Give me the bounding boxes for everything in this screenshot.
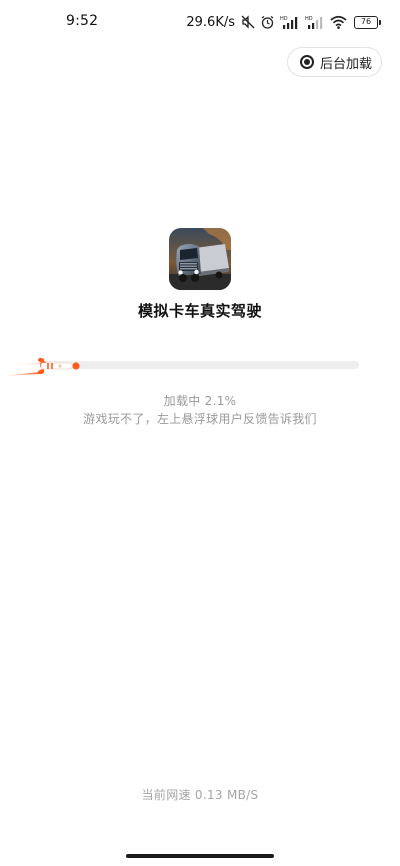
feedback-tip: 游戏玩不了，左上悬浮球用户反馈告诉我们 (83, 412, 317, 426)
hd-signal-icon: HD (280, 16, 298, 29)
loading-percent: 2.1% (204, 394, 237, 408)
speed-label: 当前网速 (141, 788, 191, 802)
svg-text:HD: HD (305, 16, 313, 22)
battery-level: 76 (360, 17, 372, 26)
network-speed: 29.6K/s (186, 14, 235, 30)
current-network-speed: 当前网速 0.13 MB/S (0, 786, 400, 803)
loading-prefix: 加载中 (163, 394, 201, 408)
background-load-label: 后台加载 (320, 56, 373, 72)
wifi-icon (330, 15, 347, 29)
game-title: 模拟卡车真实驾驶 (137, 302, 262, 320)
target-icon (300, 55, 314, 69)
progress-track (40, 361, 359, 369)
status-icons: 29.6K/s HD HD 76 (186, 12, 381, 32)
status-time: 9:52 (66, 13, 99, 29)
svg-text:HD: HD (280, 16, 288, 22)
alarm-icon (261, 15, 274, 29)
loading-status: 加载中 2.1% (0, 392, 400, 409)
mute-icon (241, 15, 255, 29)
loading-progress (0, 345, 400, 385)
home-indicator[interactable] (126, 854, 274, 858)
rocket-icon (2, 357, 80, 376)
battery-icon: 76 (354, 15, 381, 29)
hd-signal-icon: HD (305, 16, 323, 29)
speed-value: 0.13 MB/S (194, 788, 259, 802)
status-bar: 9:52 29.6K/s HD HD 76 (0, 0, 400, 44)
background-load-button[interactable]: 后台加载 (287, 47, 382, 77)
truck-game-icon (169, 228, 231, 290)
